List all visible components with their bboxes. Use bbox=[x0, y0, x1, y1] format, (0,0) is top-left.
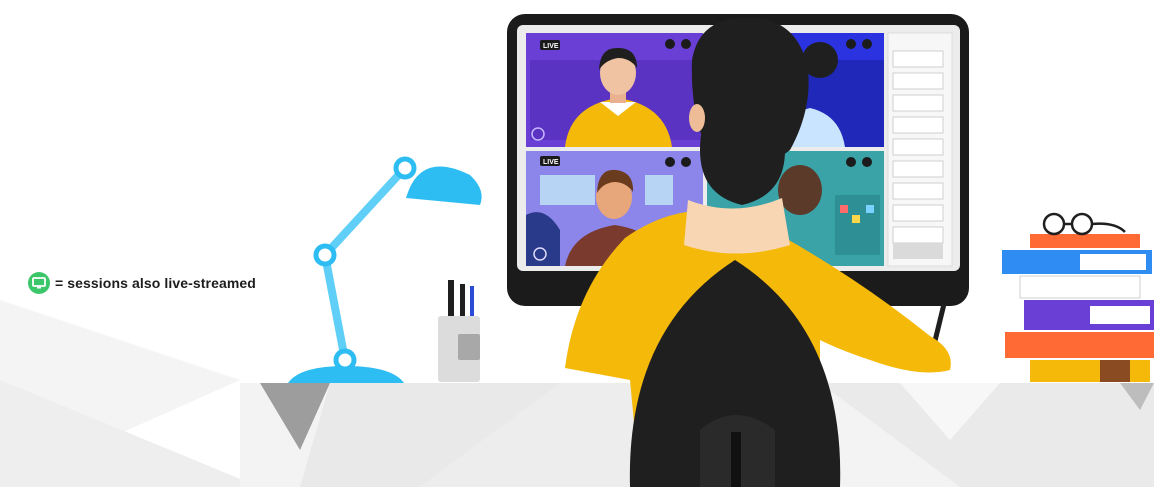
live-badge: LIVE bbox=[543, 43, 559, 50]
pen-holder bbox=[438, 280, 480, 382]
live-badge: LIVE bbox=[543, 159, 559, 166]
screen-icon bbox=[28, 272, 50, 294]
illustration: LIVE LIVE bbox=[0, 14, 1154, 487]
book-stack bbox=[1002, 212, 1154, 382]
video-tile-1: LIVE bbox=[526, 33, 703, 147]
participant-panel bbox=[887, 32, 953, 267]
legend-label: = sessions also live-streamed bbox=[55, 275, 256, 291]
legend: = sessions also live-streamed bbox=[28, 272, 256, 294]
